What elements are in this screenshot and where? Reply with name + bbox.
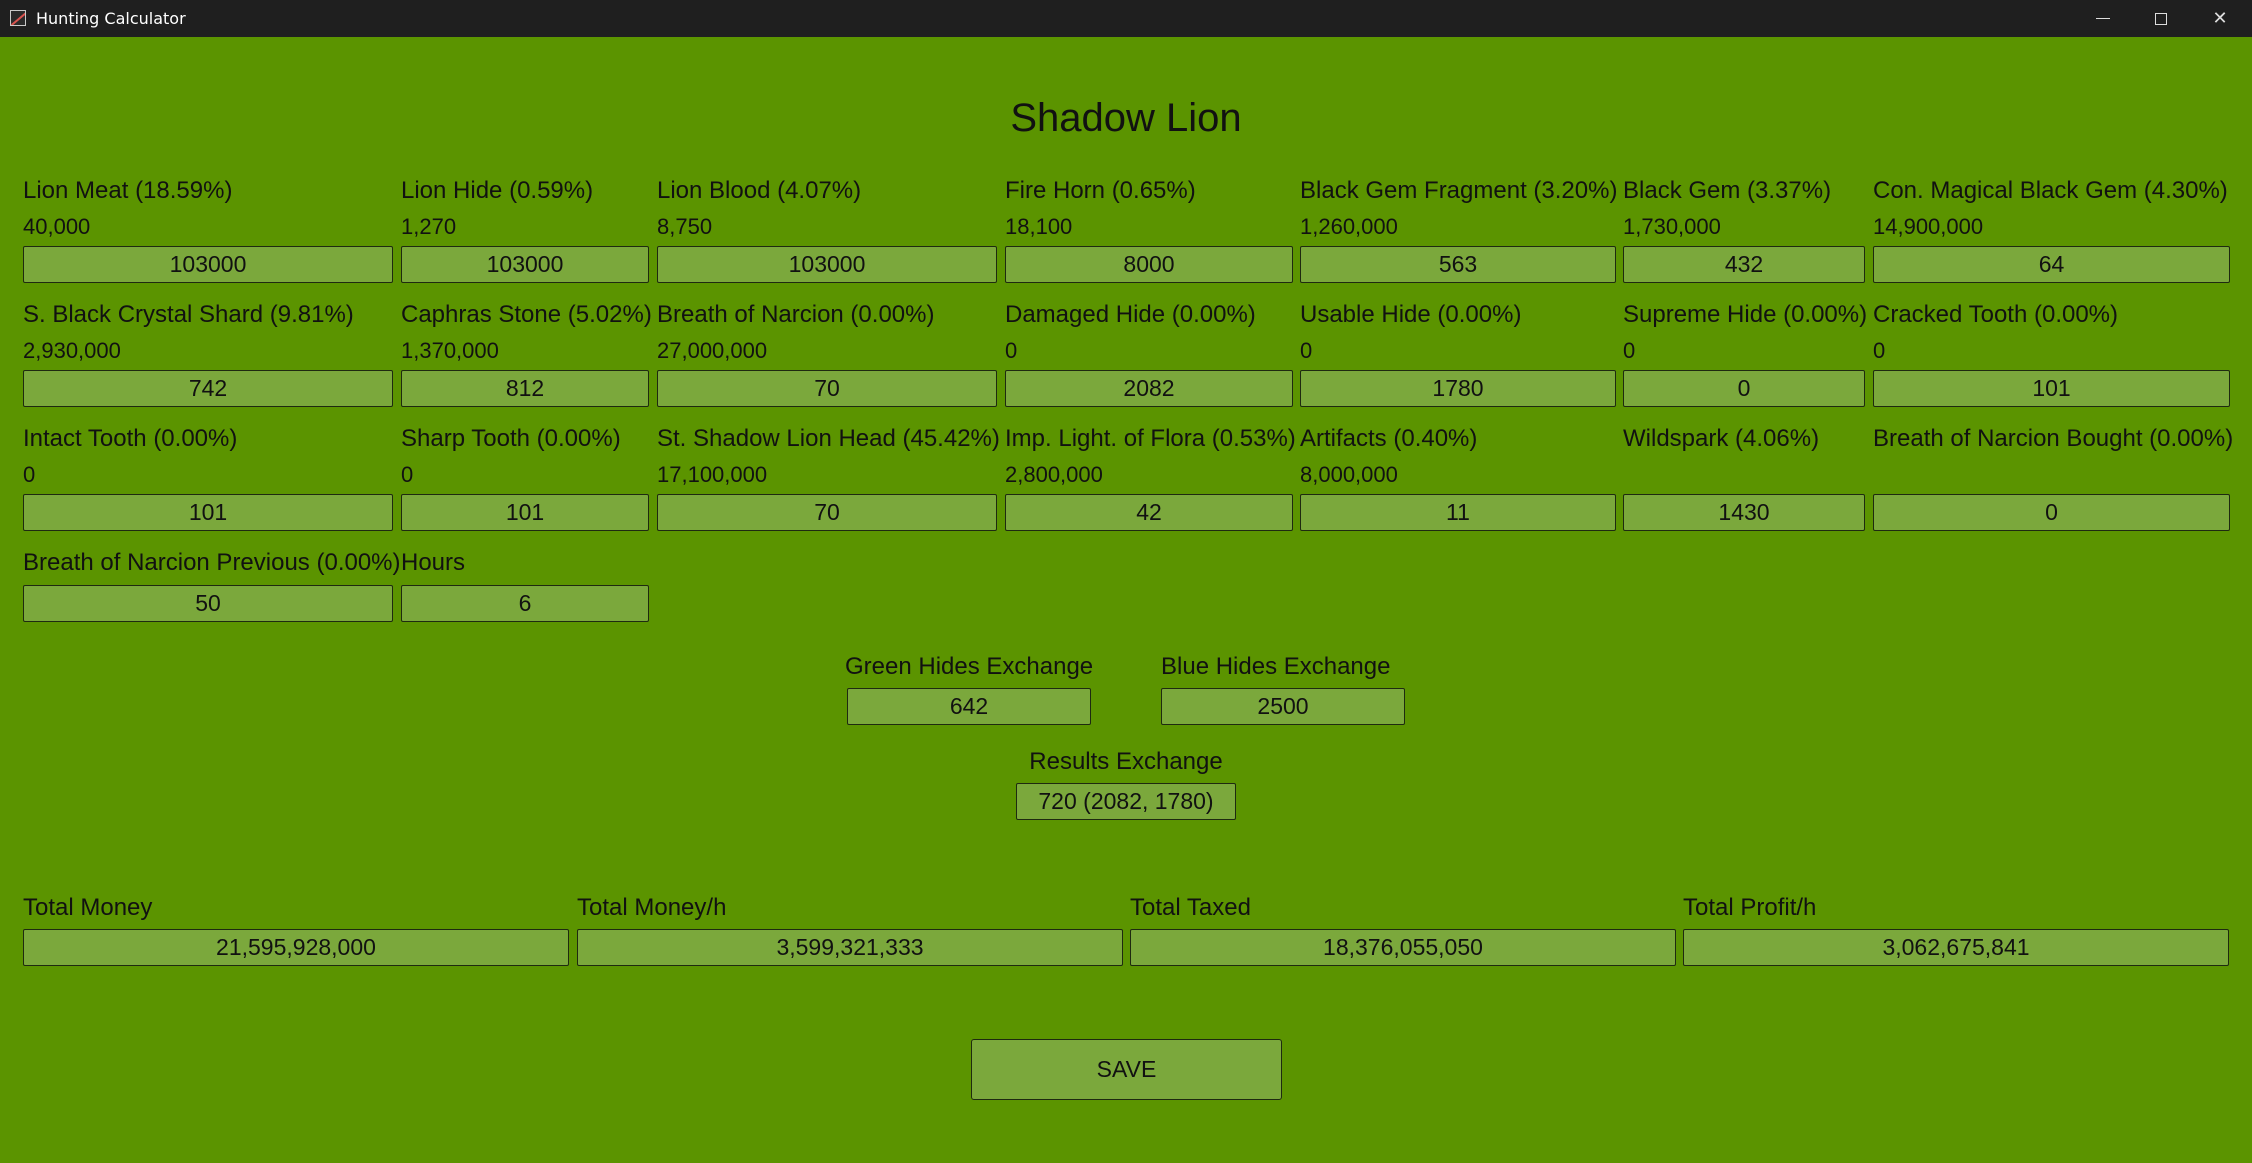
black-gem-label: Black Gem (3.37%) [1623, 177, 1832, 204]
hours-input[interactable] [401, 585, 649, 622]
app-icon [10, 10, 26, 26]
s-black-crystal-shard-label: S. Black Crystal Shard (9.81%) [23, 301, 354, 328]
lion-meat-price: 40,000 [23, 214, 91, 239]
wildspark-label: Wildspark (4.06%) [1623, 425, 1820, 452]
damaged-hide-price: 0 [1005, 338, 1018, 363]
breath-of-narcion-previous-input[interactable] [23, 585, 393, 622]
lion-hide-input[interactable] [401, 246, 649, 283]
supreme-hide-input[interactable] [1623, 370, 1865, 407]
lion-meat-input[interactable] [23, 246, 393, 283]
title-bar: Hunting Calculator ✕ [0, 0, 2252, 37]
usable-hide-price: 0 [1300, 338, 1313, 363]
sharp-tooth-input[interactable] [401, 494, 649, 531]
lion-hide-label: Lion Hide (0.59%) [401, 177, 594, 204]
breath-of-narcion-label: Breath of Narcion (0.00%) [657, 301, 935, 328]
con-magical-black-gem-label: Con. Magical Black Gem (4.30%) [1873, 177, 2228, 204]
st-shadow-lion-head-label: St. Shadow Lion Head (45.42%) [657, 425, 1000, 452]
intact-tooth-label: Intact Tooth (0.00%) [23, 425, 238, 452]
fire-horn-label: Fire Horn (0.65%) [1005, 177, 1196, 204]
caphras-stone-label: Caphras Stone (5.02%) [401, 301, 652, 328]
total-profit-per-hour-value: 3,062,675,841 [1683, 929, 2229, 966]
fire-horn-input[interactable] [1005, 246, 1293, 283]
maximize-button[interactable] [2132, 0, 2190, 37]
lion-blood-label: Lion Blood (4.07%) [657, 177, 862, 204]
st-shadow-lion-head-price: 17,100,000 [657, 462, 768, 487]
results-exchange-value: 720 (2082, 1780) [1016, 783, 1236, 820]
imp-light-of-flora-label: Imp. Light. of Flora (0.53%) [1005, 425, 1296, 452]
st-shadow-lion-head-input[interactable] [657, 494, 997, 531]
breath-of-narcion-previous-label: Breath of Narcion Previous (0.00%) [23, 549, 401, 576]
damaged-hide-input[interactable] [1005, 370, 1293, 407]
usable-hide-label: Usable Hide (0.00%) [1300, 301, 1522, 328]
minimize-icon [2096, 18, 2110, 19]
supreme-hide-label: Supreme Hide (0.00%) [1623, 301, 1868, 328]
damaged-hide-label: Damaged Hide (0.00%) [1005, 301, 1256, 328]
save-button[interactable]: SAVE [971, 1039, 1282, 1100]
lion-blood-input[interactable] [657, 246, 997, 283]
total-money-per-hour-value: 3,599,321,333 [577, 929, 1123, 966]
caphras-stone-price: 1,370,000 [401, 338, 499, 363]
hours-label: Hours [401, 549, 466, 576]
usable-hide-input[interactable] [1300, 370, 1616, 407]
page-title: Shadow Lion [1010, 96, 1242, 140]
breath-of-narcion-input[interactable] [657, 370, 997, 407]
total-taxed-label: Total Taxed [1130, 894, 1251, 921]
breath-of-narcion-bought-label: Breath of Narcion Bought (0.00%) [1873, 425, 2234, 452]
total-money-label: Total Money [23, 894, 153, 921]
total-money-per-hour-label: Total Money/h [577, 894, 727, 921]
blue-hides-exchange-label: Blue Hides Exchange [1161, 653, 1391, 680]
con-magical-black-gem-input[interactable] [1873, 246, 2230, 283]
s-black-crystal-shard-price: 2,930,000 [23, 338, 121, 363]
sharp-tooth-label: Sharp Tooth (0.00%) [401, 425, 621, 452]
fire-horn-price: 18,100 [1005, 214, 1073, 239]
black-gem-fragment-label: Black Gem Fragment (3.20%) [1300, 177, 1618, 204]
black-gem-input[interactable] [1623, 246, 1865, 283]
supreme-hide-price: 0 [1623, 338, 1636, 363]
black-gem-fragment-price: 1,260,000 [1300, 214, 1398, 239]
total-profit-per-hour-label: Total Profit/h [1683, 894, 1817, 921]
artifacts-input[interactable] [1300, 494, 1616, 531]
black-gem-price: 1,730,000 [1623, 214, 1721, 239]
imp-light-of-flora-input[interactable] [1005, 494, 1293, 531]
breath-of-narcion-price: 27,000,000 [657, 338, 768, 363]
total-money-value: 21,595,928,000 [23, 929, 569, 966]
cracked-tooth-input[interactable] [1873, 370, 2230, 407]
s-black-crystal-shard-input[interactable] [23, 370, 393, 407]
caphras-stone-input[interactable] [401, 370, 649, 407]
green-hides-exchange-label: Green Hides Exchange [845, 653, 1094, 680]
window-title: Hunting Calculator [36, 9, 186, 28]
cracked-tooth-label: Cracked Tooth (0.00%) [1873, 301, 2119, 328]
maximize-icon [2155, 12, 2167, 25]
total-taxed-value: 18,376,055,050 [1130, 929, 1676, 966]
wildspark-input[interactable] [1623, 494, 1865, 531]
black-gem-fragment-input[interactable] [1300, 246, 1616, 283]
sharp-tooth-price: 0 [401, 462, 414, 487]
intact-tooth-price: 0 [23, 462, 36, 487]
con-magical-black-gem-price: 14,900,000 [1873, 214, 1984, 239]
intact-tooth-input[interactable] [23, 494, 393, 531]
results-exchange-label: Results Exchange [1029, 748, 1223, 775]
blue-hides-exchange-input[interactable] [1161, 688, 1405, 725]
minimize-button[interactable] [2074, 0, 2132, 37]
imp-light-of-flora-price: 2,800,000 [1005, 462, 1103, 487]
lion-hide-price: 1,270 [401, 214, 457, 239]
close-button[interactable]: ✕ [2191, 0, 2249, 37]
artifacts-label: Artifacts (0.40%) [1300, 425, 1478, 452]
cracked-tooth-price: 0 [1873, 338, 1886, 363]
lion-blood-price: 8,750 [657, 214, 713, 239]
breath-of-narcion-bought-input[interactable] [1873, 494, 2230, 531]
close-icon: ✕ [2212, 8, 2228, 29]
green-hides-exchange-input[interactable] [847, 688, 1091, 725]
artifacts-price: 8,000,000 [1300, 462, 1398, 487]
lion-meat-label: Lion Meat (18.59%) [23, 177, 233, 204]
